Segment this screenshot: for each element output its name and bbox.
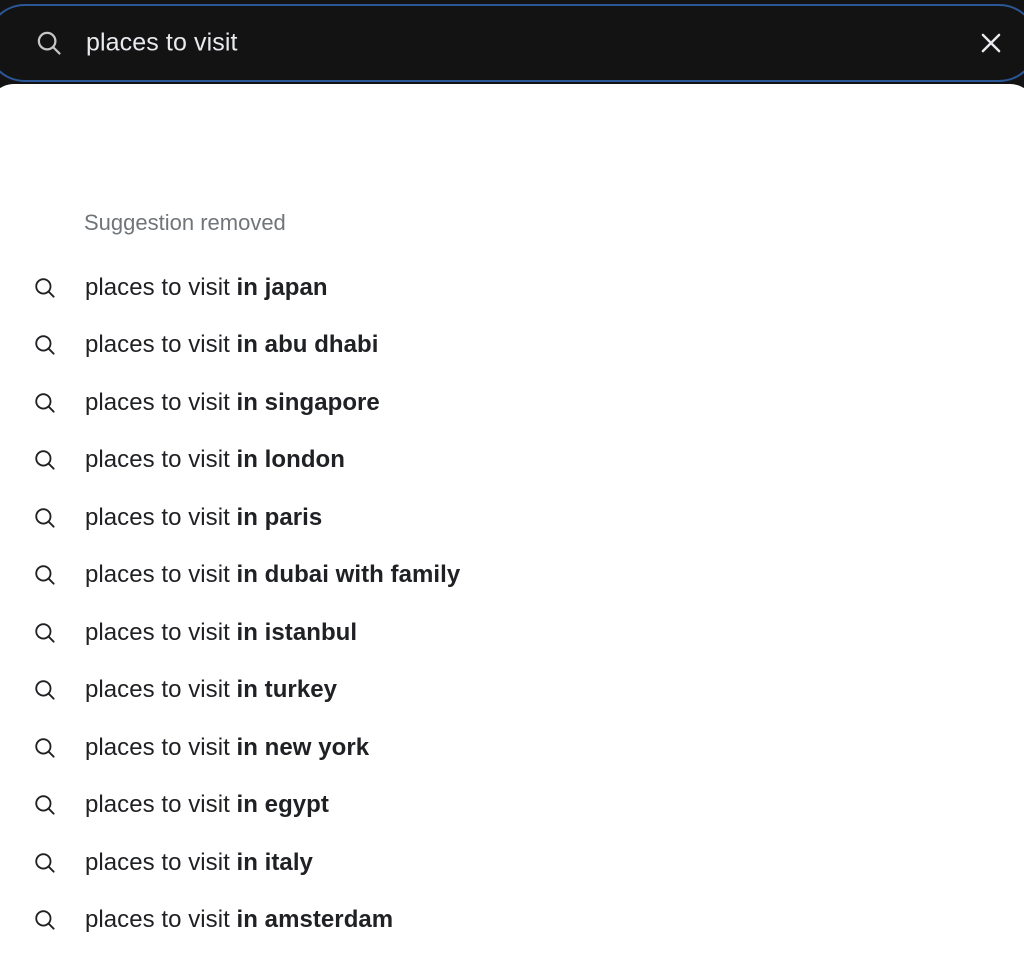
close-icon[interactable] <box>974 26 1008 60</box>
suggestion-text: places to visit in italy <box>85 851 313 875</box>
search-input[interactable]: places to visit <box>86 31 238 56</box>
list-item[interactable]: places to visit in paris <box>0 489 1024 547</box>
list-item[interactable]: places to visit in london <box>0 432 1024 490</box>
list-item[interactable]: places to visit in cairo egypt <box>0 949 1024 964</box>
list-item[interactable]: places to visit in italy <box>0 834 1024 892</box>
suggestion-completion: in japan <box>237 274 328 301</box>
search-icon <box>32 792 58 818</box>
list-item[interactable]: places to visit in egypt <box>0 777 1024 835</box>
search-icon <box>32 907 58 933</box>
suggestion-prefix: places to visit <box>85 274 237 301</box>
suggestion-completion: in new york <box>237 734 370 761</box>
suggestion-text: places to visit in singapore <box>85 391 380 415</box>
suggestion-text: places to visit in london <box>85 448 345 472</box>
suggestion-prefix: places to visit <box>85 331 237 358</box>
suggestion-prefix: places to visit <box>85 791 237 818</box>
search-icon <box>32 332 58 358</box>
suggestion-completion: in amsterdam <box>237 906 394 933</box>
suggestion-text: places to visit in japan <box>85 276 328 300</box>
suggestion-removed-note: Suggestion removed <box>84 212 286 234</box>
list-item[interactable]: places to visit in turkey <box>0 662 1024 720</box>
list-item[interactable]: places to visit in amsterdam <box>0 892 1024 950</box>
list-item[interactable]: places to visit in singapore <box>0 374 1024 432</box>
suggestion-prefix: places to visit <box>85 849 237 876</box>
list-item[interactable]: places to visit in new york <box>0 719 1024 777</box>
suggestion-prefix: places to visit <box>85 906 237 933</box>
suggestion-text: places to visit in new york <box>85 736 369 760</box>
search-icon <box>32 505 58 531</box>
list-item[interactable]: places to visit in dubai with family <box>0 547 1024 605</box>
suggestion-text: places to visit in turkey <box>85 678 337 702</box>
search-icon <box>32 677 58 703</box>
suggestion-text: places to visit in istanbul <box>85 621 357 645</box>
search-icon <box>32 735 58 761</box>
suggestion-text: places to visit in egypt <box>85 793 329 817</box>
suggestion-text: places to visit in amsterdam <box>85 908 393 932</box>
suggestions-list: places to visit in japan places to visit… <box>0 259 1024 964</box>
search-suggestions-screen: places to visit Suggestion removed place… <box>0 0 1024 958</box>
suggestion-completion: in paris <box>237 504 323 531</box>
list-item[interactable]: places to visit in japan <box>0 259 1024 317</box>
suggestion-prefix: places to visit <box>85 734 237 761</box>
suggestion-text: places to visit in dubai with family <box>85 563 460 587</box>
suggestion-prefix: places to visit <box>85 561 237 588</box>
suggestion-completion: in london <box>237 446 345 473</box>
suggestion-text: places to visit in paris <box>85 506 322 530</box>
suggestion-completion: in egypt <box>237 791 329 818</box>
suggestion-completion: in singapore <box>237 389 380 416</box>
suggestion-completion: in dubai with family <box>237 561 461 588</box>
suggestion-prefix: places to visit <box>85 446 237 473</box>
suggestion-prefix: places to visit <box>85 504 237 531</box>
search-icon <box>32 275 58 301</box>
suggestion-completion: in abu dhabi <box>237 331 379 358</box>
suggestion-completion: in italy <box>237 849 313 876</box>
search-icon <box>34 28 64 58</box>
list-item[interactable]: places to visit in abu dhabi <box>0 317 1024 375</box>
suggestion-text: places to visit in abu dhabi <box>85 333 378 357</box>
suggestion-completion: in turkey <box>237 676 337 703</box>
search-icon <box>32 447 58 473</box>
suggestion-completion: in istanbul <box>237 619 358 646</box>
search-bar[interactable]: places to visit <box>0 4 1024 82</box>
list-item[interactable]: places to visit in istanbul <box>0 604 1024 662</box>
search-icon <box>32 562 58 588</box>
search-icon <box>32 390 58 416</box>
search-icon <box>32 620 58 646</box>
suggestion-prefix: places to visit <box>85 619 237 646</box>
search-icon <box>32 850 58 876</box>
suggestion-prefix: places to visit <box>85 676 237 703</box>
suggestion-prefix: places to visit <box>85 389 237 416</box>
suggestions-dropdown: Suggestion removed places to visit in ja… <box>0 84 1024 964</box>
